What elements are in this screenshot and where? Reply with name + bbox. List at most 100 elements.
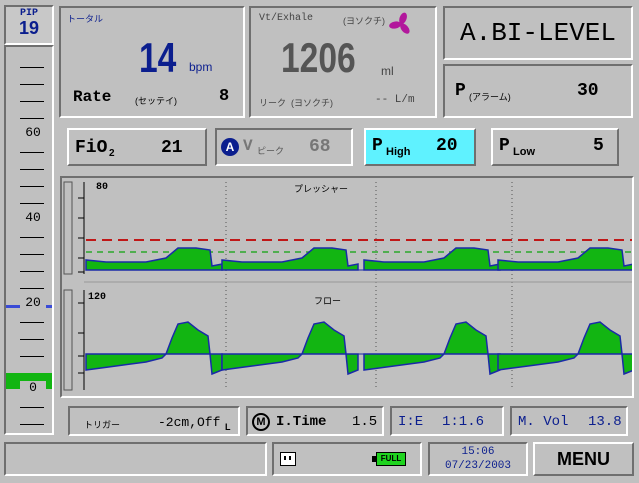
- gauge-label-60: 60: [20, 126, 46, 139]
- plow-button[interactable]: P Low 5: [491, 128, 619, 166]
- gauge-label-40: 40: [20, 211, 46, 224]
- volume-unit: ml: [381, 64, 394, 78]
- menu-label: MENU: [557, 449, 610, 469]
- p-alarm-value: 30: [577, 81, 599, 101]
- trigger-value: -2cm,Off: [158, 415, 221, 430]
- gauge-tick: [20, 118, 44, 119]
- gauge-tick: [20, 101, 44, 102]
- plow-value: 5: [593, 136, 604, 156]
- gauge-tick: [20, 84, 44, 85]
- itime-label: I.Time: [276, 414, 327, 430]
- mvol-label: M. Vol: [518, 414, 569, 430]
- ie-label: I:E: [398, 414, 424, 430]
- gauge-tick: [20, 322, 44, 323]
- gauge-tick: [20, 186, 44, 187]
- leak-sub: (ヨソクチ): [291, 98, 333, 108]
- fio2-sub: 2: [109, 148, 115, 159]
- flow-max-label: 120: [88, 292, 107, 303]
- gauge-label-0: 0: [20, 381, 46, 394]
- trigger-label: トリガー: [84, 420, 121, 430]
- gauge-label-20: 20: [20, 296, 46, 309]
- flow-exhale-2: [221, 353, 304, 371]
- gauge-tick: [20, 271, 44, 272]
- pip-value: 19: [18, 18, 40, 38]
- gauge-tick: [20, 67, 44, 68]
- fio2-value: 21: [161, 138, 183, 158]
- fio2-label: FiO: [75, 138, 108, 158]
- gauge-tick: [20, 152, 44, 153]
- flow-waveform: [85, 321, 632, 376]
- rate-set-value: 8: [219, 87, 230, 106]
- gauge-tick: [20, 237, 44, 238]
- gauge-tick: [20, 339, 44, 340]
- p-alarm-label: P: [455, 81, 466, 101]
- flow-inhale-4: [576, 321, 623, 355]
- gauge-tick: [20, 288, 44, 289]
- rate-unit: bpm: [189, 60, 213, 74]
- ie-value: 1:1.6: [442, 414, 485, 430]
- flow-exhale-1: [85, 353, 168, 371]
- p-alarm-panel[interactable]: P (アラーム) 30: [443, 64, 633, 118]
- gauge-tick: [20, 356, 44, 357]
- gauge-tick: [20, 407, 44, 408]
- menu-button[interactable]: MENU: [533, 442, 634, 476]
- pressure-title: プレッシャー: [294, 184, 349, 194]
- leak-value: -- L/m: [375, 94, 415, 106]
- ac-plug-icon: [280, 452, 296, 466]
- phigh-button[interactable]: P High 20: [364, 128, 476, 166]
- pressure-gauge: 60 40 20 0: [4, 45, 54, 435]
- flow-exhale-4: [497, 353, 580, 371]
- phigh-sub: High: [386, 146, 411, 158]
- mvol-panel: M. Vol 13.8: [510, 406, 628, 436]
- volume-title: Vt/Exhale: [259, 13, 314, 24]
- vpeak-label: V: [243, 137, 253, 155]
- gauge-tick: [20, 424, 44, 425]
- flow-dip-2: [345, 353, 359, 376]
- auto-badge-icon: A: [221, 138, 239, 156]
- flow-title: フロー: [314, 296, 342, 306]
- manual-badge-icon: M: [252, 413, 270, 431]
- gauge-tick: [20, 203, 44, 204]
- pressure-max-label: 80: [96, 182, 109, 193]
- ie-panel: I:E 1:1.6: [390, 406, 504, 436]
- flow-inhale-1: [164, 321, 211, 355]
- clock-time: 15:06: [461, 446, 495, 458]
- fio2-button[interactable]: FiO 2 21: [67, 128, 207, 166]
- itime-panel[interactable]: M I.Time 1.5: [246, 406, 384, 436]
- clock-date: 07/23/2003: [444, 460, 511, 472]
- flow-dip-4: [621, 353, 632, 376]
- fan-icon: [389, 12, 413, 41]
- trigger-value-sub: L: [225, 422, 231, 432]
- volume-panel: Vt/Exhale (ヨソクチ) 1206 ml リーク (ヨソクチ) -- L…: [249, 6, 437, 118]
- waveform-area: 80 プレッシャー 120 フロー: [60, 176, 634, 398]
- mode-panel[interactable]: A.BI-LEVEL: [443, 6, 633, 60]
- datetime-panel: 15:06 07/23/2003: [428, 442, 528, 476]
- rate-title: トータル: [67, 14, 104, 24]
- rate-set-label: Rate: [73, 88, 112, 106]
- mode-label: A.BI-LEVEL: [459, 18, 617, 48]
- pip-readout: PIP 19: [4, 5, 54, 45]
- rate-set-sub: (セッテイ): [135, 96, 177, 106]
- gauge-tick: [20, 254, 44, 255]
- gauge-tick: [20, 169, 44, 170]
- volume-title-sub: (ヨソクチ): [343, 16, 385, 26]
- power-status-panel: FULL: [272, 442, 422, 476]
- phigh-label: P: [372, 136, 383, 156]
- message-area: [4, 442, 267, 476]
- battery-terminal: [372, 456, 376, 462]
- rate-panel: トータル 14 bpm Rate (セッテイ) 8: [59, 6, 245, 118]
- rate-value: 14: [139, 34, 177, 81]
- vpeak-sub: ピーク: [257, 146, 285, 156]
- leak-label: リーク: [259, 98, 287, 108]
- itime-value: 1.5: [352, 414, 378, 430]
- trigger-panel[interactable]: トリガー -2cm,Off L: [68, 406, 240, 436]
- plow-label: P: [499, 136, 510, 156]
- mvol-value: 13.8: [588, 414, 622, 430]
- vpeak-panel: A V ピーク 68: [215, 128, 353, 166]
- battery-icon: FULL: [376, 452, 406, 466]
- flow-dip-1: [209, 353, 223, 376]
- phigh-value: 20: [436, 136, 458, 156]
- plow-sub: Low: [513, 146, 535, 158]
- p-alarm-sub: (アラーム): [469, 92, 511, 102]
- flow-exhale-3: [363, 353, 446, 371]
